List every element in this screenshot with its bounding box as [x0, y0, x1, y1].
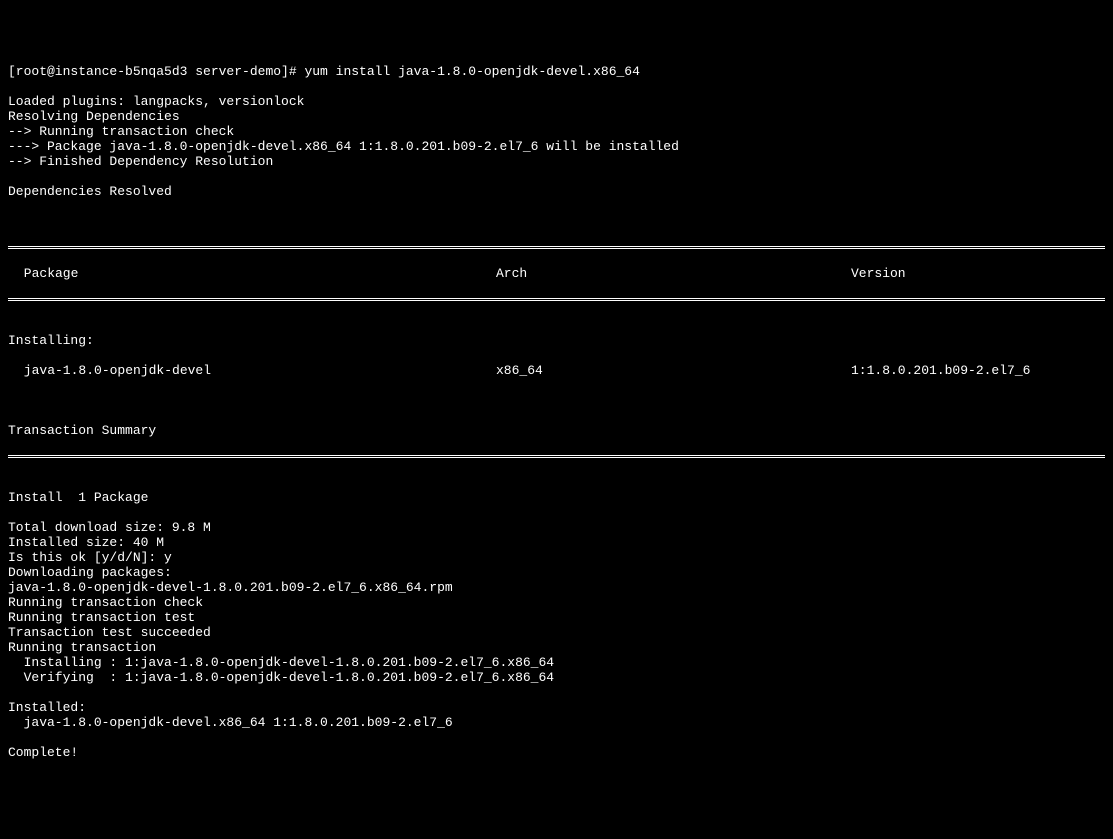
terminal-output-line: Installed size: 40 M	[8, 535, 1105, 550]
terminal-output-line	[8, 685, 1105, 700]
terminal-output-line: Installed:	[8, 700, 1105, 715]
terminal-output-line: ---> Package java-1.8.0-openjdk-devel.x8…	[8, 139, 1105, 154]
terminal-output-line: --> Running transaction check	[8, 124, 1105, 139]
cell-arch: x86_64	[496, 363, 851, 378]
terminal-output-line: Dependencies Resolved	[8, 184, 1105, 199]
terminal-output-line: Is this ok [y/d/N]: y	[8, 550, 1105, 565]
blank-line	[8, 393, 1105, 408]
terminal-output-line: Running transaction	[8, 640, 1105, 655]
header-version: Version	[851, 266, 1105, 281]
terminal-output-line: Resolving Dependencies	[8, 109, 1105, 124]
terminal-output-line: Running transaction test	[8, 610, 1105, 625]
header-package: Package	[8, 266, 496, 281]
table-header-row: Package Arch Version	[8, 266, 1105, 281]
terminal-output-line: Verifying : 1:java-1.8.0-openjdk-devel-1…	[8, 670, 1105, 685]
terminal-output-line: Loaded plugins: langpacks, versionlock	[8, 94, 1105, 109]
terminal-output-line: java-1.8.0-openjdk-devel.x86_64 1:1.8.0.…	[8, 715, 1105, 730]
table-rule-top	[8, 246, 1105, 249]
cell-version: 1:1.8.0.201.b09-2.el7_6	[851, 363, 1105, 378]
terminal-output-line: Transaction test succeeded	[8, 625, 1105, 640]
terminal-output-line: Complete!	[8, 745, 1105, 760]
terminal-prompt-line: [root@instance-b5nqa5d3 server-demo]# yu…	[8, 64, 1105, 79]
terminal-output-line: java-1.8.0-openjdk-devel-1.8.0.201.b09-2…	[8, 580, 1105, 595]
table-rule-bottom	[8, 455, 1105, 458]
yum-install-output: Install 1 Package Total download size: 9…	[8, 490, 1105, 760]
terminal-output-line: Installing : 1:java-1.8.0-openjdk-devel-…	[8, 655, 1105, 670]
terminal-output-line: Running transaction check	[8, 595, 1105, 610]
terminal-output-line	[8, 199, 1105, 214]
terminal-output-line	[8, 730, 1105, 745]
terminal-output-line: --> Finished Dependency Resolution	[8, 154, 1105, 169]
transaction-summary-label: Transaction Summary	[8, 423, 1105, 438]
terminal-output-line: Install 1 Package	[8, 490, 1105, 505]
terminal-output-line: Downloading packages:	[8, 565, 1105, 580]
terminal-output-line	[8, 169, 1105, 184]
yum-resolve-output: Loaded plugins: langpacks, versionlockRe…	[8, 94, 1105, 214]
table-rule-header-bottom	[8, 298, 1105, 301]
terminal-output-line	[8, 505, 1105, 520]
package-row: java-1.8.0-openjdk-devel x86_64 1:1.8.0.…	[8, 363, 1105, 378]
cell-package: java-1.8.0-openjdk-devel	[8, 363, 496, 378]
terminal-output-line: Total download size: 9.8 M	[8, 520, 1105, 535]
installing-label: Installing:	[8, 333, 1105, 348]
header-arch: Arch	[496, 266, 851, 281]
